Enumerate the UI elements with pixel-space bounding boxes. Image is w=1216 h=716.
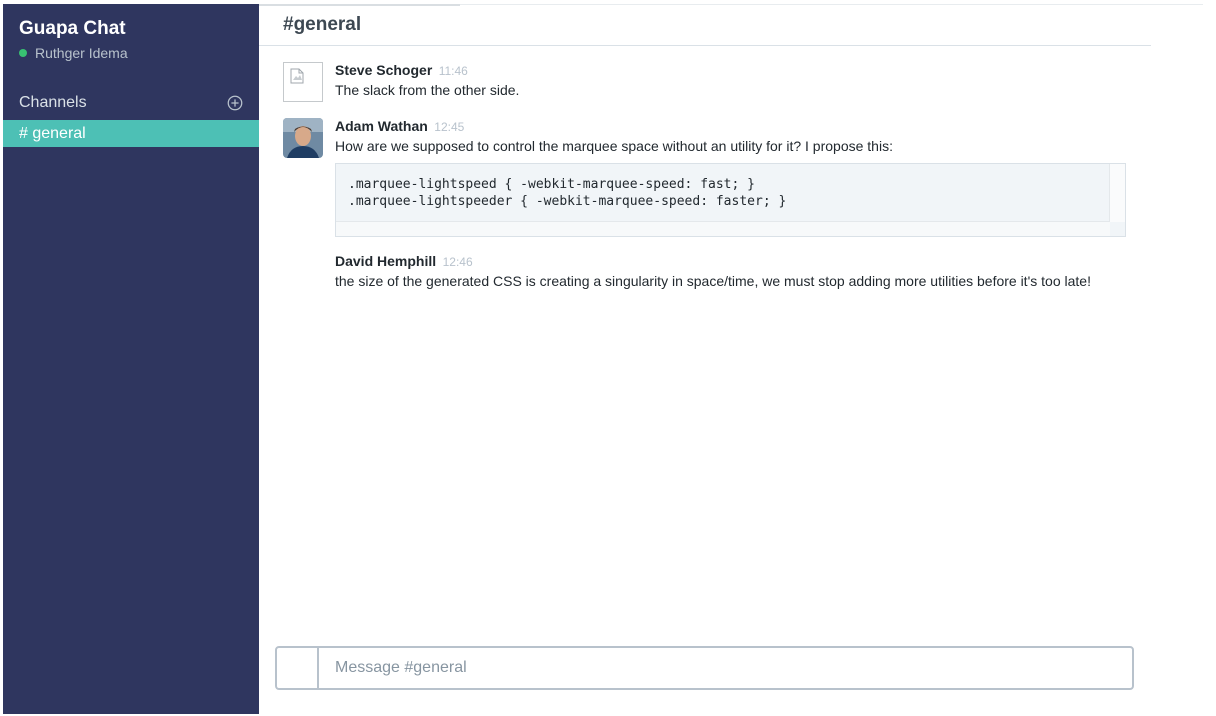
message-composer [275,646,1134,690]
message-time: 12:46 [442,255,473,269]
channels-header: Channels [19,94,244,112]
message-body: Steve Schoger 11:46 The slack from the o… [335,62,519,98]
message-author[interactable]: Steve Schoger [335,62,432,78]
message-text: The slack from the other side. [335,82,520,98]
message-input[interactable] [321,648,1132,688]
online-status-icon [19,49,27,57]
header-divider [259,45,1151,46]
message-text: How are we supposed to control the marqu… [335,138,893,154]
code-content: .marquee-lightspeed { -webkit-marquee-sp… [336,164,1110,222]
message-author[interactable]: David Hemphill [335,253,436,269]
message-text: the size of the generated CSS is creatin… [335,273,1091,289]
broken-image-icon [290,68,304,84]
sidebar: Guapa Chat Ruthger Idema Channels # gene… [3,4,259,714]
user-name: Ruthger Idema [35,45,128,61]
code-block[interactable]: .marquee-lightspeed { -webkit-marquee-sp… [335,163,1126,237]
avatar [283,62,323,102]
loading-bar [259,4,460,6]
message-body: Adam Wathan 12:45 How are we supposed to… [335,118,893,154]
app-frame: Guapa Chat Ruthger Idema Channels # gene… [3,4,1203,714]
current-user: Ruthger Idema [19,45,128,61]
avatar[interactable] [283,118,323,158]
vertical-scrollbar[interactable] [1110,164,1125,222]
channel-title: #general [283,14,362,35]
message-author[interactable]: Adam Wathan [335,118,428,134]
channels-label: Channels [19,94,87,111]
plus-circle-icon[interactable] [226,94,244,112]
sidebar-item-general[interactable]: # general [3,120,259,147]
team-name: Guapa Chat [19,18,126,39]
message-time: 12:45 [434,120,465,134]
horizontal-scrollbar[interactable] [336,222,1110,236]
user-photo-icon [283,118,323,158]
message-body: David Hemphill 12:46 the size of the gen… [335,253,1091,289]
message-time: 11:46 [438,64,468,78]
attach-button[interactable] [277,648,319,688]
